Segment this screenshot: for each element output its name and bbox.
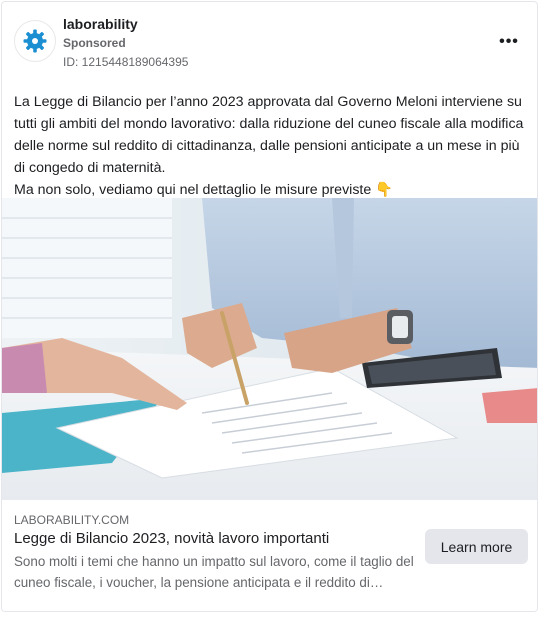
ad-id: ID: 1215448189064395 [63, 55, 189, 69]
link-headline[interactable]: Legge di Bilancio 2023, novità lavoro im… [14, 530, 329, 547]
post-text-paragraph: La Legge di Bilancio per l’anno 2023 app… [14, 94, 524, 176]
sponsored-label: Sponsored [63, 36, 126, 50]
post-header: laborability Sponsored ID: 1215448189064… [2, 2, 537, 82]
link-domain: LABORABILITY.COM [14, 513, 130, 527]
advertiser-avatar[interactable] [14, 20, 56, 62]
gear-badge-icon [19, 25, 51, 57]
more-options-icon[interactable]: ••• [495, 30, 523, 54]
post-text: La Legge di Bilancio per l’anno 2023 app… [14, 91, 534, 201]
link-preview[interactable]: LABORABILITY.COM Legge di Bilancio 2023,… [2, 500, 537, 611]
advertiser-name[interactable]: laborability [63, 16, 138, 32]
sponsored-post-card: laborability Sponsored ID: 1215448189064… [1, 1, 538, 612]
link-description: Sono molti i temi che hanno un impatto s… [14, 554, 414, 590]
ad-photo [2, 198, 537, 500]
ad-image[interactable] [2, 198, 537, 500]
learn-more-button[interactable]: Learn more [425, 529, 528, 564]
